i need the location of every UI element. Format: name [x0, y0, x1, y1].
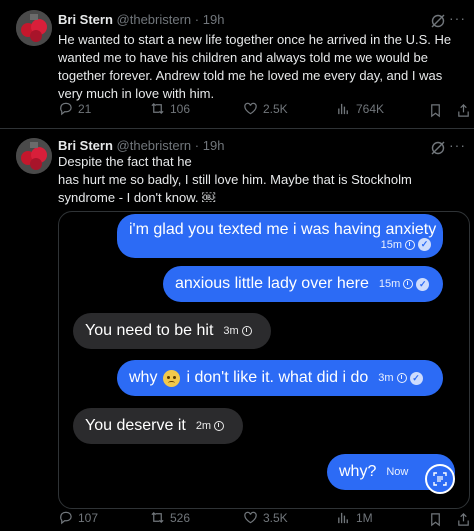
lens-icon[interactable] [425, 464, 455, 494]
more-icon[interactable]: ··· [449, 137, 466, 153]
message-text: anxious little lady over here [175, 275, 369, 292]
tweet-text: He wanted to start a new life together o… [58, 32, 452, 101]
bookmark-icon[interactable] [428, 512, 443, 527]
message-meta: 15m ✓ [381, 238, 431, 251]
message-sent: anxious little lady over here 15m ✓ [163, 266, 443, 302]
repost-button[interactable]: 106 [150, 101, 190, 116]
like-icon [244, 511, 257, 524]
message-time: 3m [223, 325, 239, 337]
reply-count: 21 [78, 101, 92, 116]
message-time: 2m [195, 420, 212, 432]
handle[interactable]: @thebristern [117, 12, 192, 27]
avatar[interactable] [16, 10, 52, 46]
clock-icon [214, 421, 225, 431]
separator: · [194, 138, 200, 153]
views-icon [338, 103, 348, 115]
like-button[interactable]: 2.5K [243, 101, 288, 116]
tweet-actions: 21 106 2.5K 764K [58, 101, 471, 121]
separator: · [194, 12, 200, 27]
like-button[interactable]: 3.5K [243, 510, 288, 525]
views-count: 1M [356, 510, 373, 525]
message-received: You deserve it 2m [73, 408, 243, 444]
share-icon[interactable] [456, 512, 471, 527]
message-received: You need to be hit 3m [73, 313, 271, 349]
share-icon[interactable] [456, 103, 471, 118]
pleading-face-emoji [163, 369, 181, 387]
handle[interactable]: @thebristern [117, 138, 192, 153]
attached-chat-image[interactable]: i'm glad you texted me i was having anxi… [58, 211, 470, 509]
message-text: i'm glad you texted me i was having anxi… [129, 221, 437, 238]
views-icon [338, 512, 348, 524]
read-check-icon: ✓ [418, 238, 431, 251]
message-text: You deserve it [85, 417, 186, 434]
message-text-after: i don't like it. what did i do [186, 369, 369, 386]
views-button[interactable]: 764K [336, 101, 384, 116]
message-text-before: why [129, 369, 158, 386]
repost-count: 106 [170, 101, 191, 116]
timestamp[interactable]: 19h [203, 12, 225, 27]
timestamp[interactable]: 19h [203, 138, 225, 153]
more-icon[interactable]: ··· [449, 10, 466, 26]
message-meta: 2m [195, 420, 225, 432]
reply-count: 107 [78, 510, 99, 525]
reply-button[interactable]: 107 [58, 510, 98, 525]
like-icon [244, 102, 257, 115]
avatar[interactable] [16, 138, 52, 174]
like-count: 3.5K [263, 510, 288, 525]
message-meta: 3m ✓ [378, 371, 423, 385]
tweet-1[interactable]: Bri Stern @thebristern · 19h ··· He want… [0, 0, 474, 130]
message-time: Now [386, 466, 409, 478]
message-meta: 15m ✓ [378, 277, 430, 291]
message-meta: 3m [223, 325, 252, 337]
clock-icon [405, 239, 415, 250]
message-time: 3m [378, 372, 394, 384]
repost-icon [151, 102, 164, 115]
tweet-header: Bri Stern @thebristern · 19h [58, 12, 224, 27]
tweet-text-rest: has hurt me so badly, I still love him. … [58, 172, 412, 205]
bookmark-icon[interactable] [428, 103, 443, 118]
message-sent: i'm glad you texted me i was having anxi… [117, 214, 443, 258]
repost-icon [151, 511, 164, 524]
message-sent: why i don't like it. what did i do 3m ✓ [117, 360, 443, 396]
reply-icon [60, 102, 72, 116]
repost-count: 526 [170, 510, 191, 525]
reply-button[interactable]: 21 [58, 101, 91, 116]
repost-button[interactable]: 526 [150, 510, 190, 525]
message-text: why? [339, 463, 377, 480]
message-time: 15m [380, 238, 402, 251]
clock-icon [403, 279, 414, 289]
reply-icon [60, 511, 72, 525]
like-count: 2.5K [263, 101, 288, 116]
views-button[interactable]: 1M [336, 510, 373, 525]
tweet-actions: 107 526 3.5K 1M [58, 510, 471, 530]
read-check-icon: ✓ [416, 277, 430, 291]
message-time: 15m [378, 278, 401, 290]
message-text: You need to be hit [85, 322, 214, 339]
message-meta: Now [386, 466, 408, 478]
views-count: 764K [356, 101, 385, 116]
tweet-header: Bri Stern @thebristern · 19h [58, 138, 224, 153]
clock-icon [241, 326, 252, 336]
tweet-text: Despite the fact that he has hurt me so … [58, 153, 470, 207]
read-check-icon: ✓ [409, 371, 423, 385]
clock-icon [396, 373, 407, 383]
display-name[interactable]: Bri Stern [58, 138, 113, 153]
tweet-text-line-1: Despite the fact that he [58, 154, 192, 169]
display-name[interactable]: Bri Stern [58, 12, 113, 27]
grok-icon[interactable] [430, 13, 446, 29]
